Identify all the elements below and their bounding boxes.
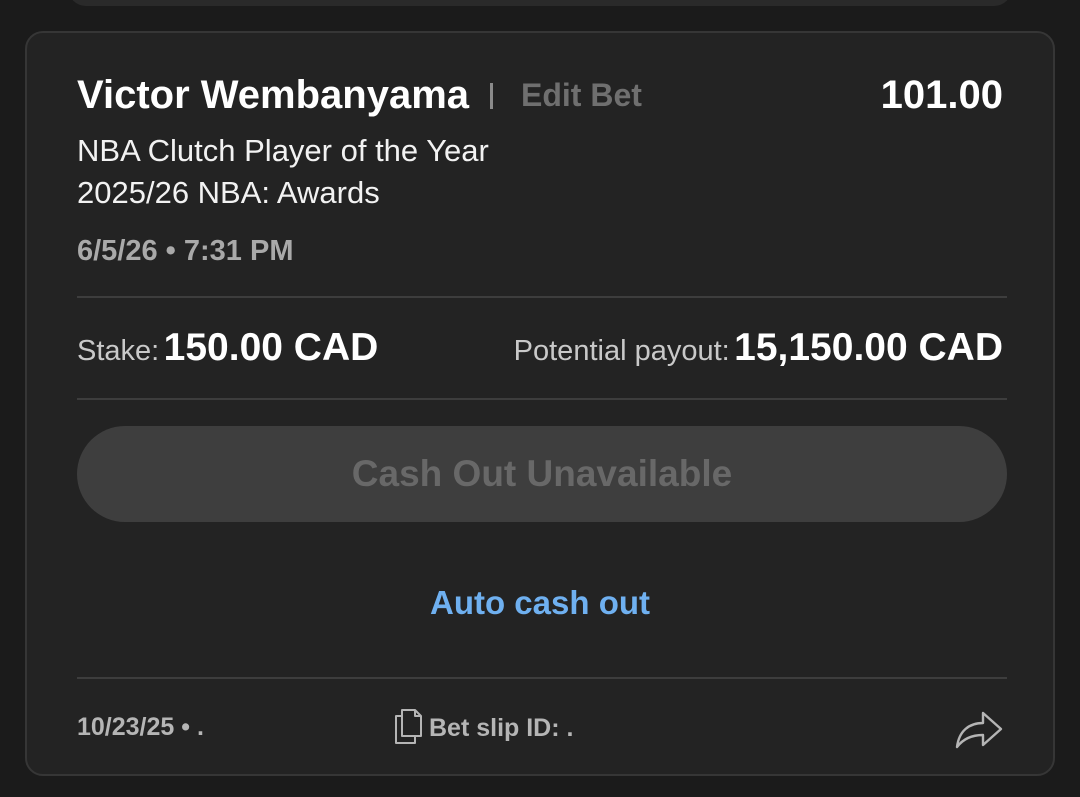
title-divider	[490, 83, 493, 109]
bet-slip-id[interactable]: Bet slip ID: .	[393, 707, 573, 750]
cash-out-label: Cash Out Unavailable	[351, 453, 733, 494]
stake-value: 150.00 CAD	[163, 326, 379, 369]
selection-name: Victor Wembanyama	[77, 73, 470, 117]
bet-slip-label: Bet slip ID: .	[429, 714, 574, 742]
stake: Stake: 150.00 CAD	[77, 326, 378, 370]
stake-label: Stake:	[77, 335, 160, 367]
potential-payout: Potential payout: 15,150.00 CAD	[514, 326, 1003, 370]
payout-label: Potential payout:	[513, 335, 730, 367]
market-name: NBA Clutch Player of the Year	[77, 133, 489, 168]
event-time: 6/5/26 • 7:31 PM	[77, 235, 294, 267]
bet-card: Victor Wembanyama Edit Bet 101.00 NBA Cl…	[25, 31, 1055, 776]
share-button[interactable]	[953, 705, 1005, 751]
divider	[77, 677, 1007, 679]
placed-date: 10/23/25 • .	[77, 713, 204, 741]
auto-cash-out-link[interactable]: Auto cash out	[27, 583, 1053, 623]
divider	[77, 296, 1007, 298]
odds-value: 101.00	[880, 73, 1003, 117]
cash-out-button[interactable]: Cash Out Unavailable	[77, 426, 1007, 522]
event-name: 2025/26 NBA: Awards	[77, 175, 380, 210]
divider	[77, 398, 1007, 400]
previous-bet-card	[68, 0, 1012, 6]
edit-bet-button[interactable]: Edit Bet	[521, 75, 642, 115]
payout-value: 15,150.00 CAD	[734, 326, 1003, 369]
copy-icon	[393, 707, 423, 750]
share-icon	[953, 711, 1005, 755]
